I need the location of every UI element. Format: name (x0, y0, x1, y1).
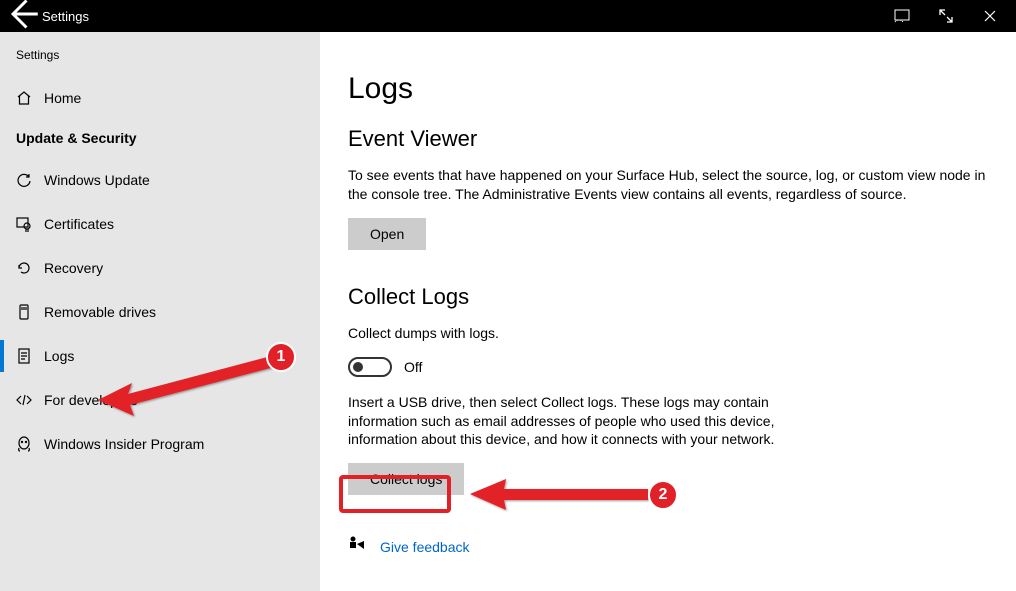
titlebar: Settings (0, 0, 1016, 32)
certificate-icon (16, 216, 44, 232)
sidebar-home-label: Home (44, 90, 81, 106)
logs-icon (16, 348, 44, 364)
developer-icon (16, 392, 44, 408)
maximize-button[interactable] (924, 9, 968, 23)
recovery-icon (16, 260, 44, 276)
sidebar-item-label: Recovery (44, 260, 103, 276)
sidebar-item-certificates[interactable]: Certificates (0, 202, 320, 246)
sidebar-item-insider[interactable]: Windows Insider Program (0, 422, 320, 466)
sidebar-section-title: Update & Security (0, 120, 320, 158)
sidebar-item-developers[interactable]: For developers (0, 378, 320, 422)
page-title: Logs (348, 72, 988, 106)
sidebar: Settings Home Update & Security Windows … (0, 32, 320, 591)
collect-logs-button[interactable]: Collect logs (348, 463, 464, 495)
event-viewer-desc: To see events that have happened on your… (348, 166, 988, 204)
sidebar-item-logs[interactable]: Logs (0, 334, 320, 378)
sidebar-item-label: For developers (44, 392, 137, 408)
collect-dumps-label: Collect dumps with logs. (348, 324, 988, 343)
open-button[interactable]: Open (348, 218, 426, 250)
sidebar-item-recovery[interactable]: Recovery (0, 246, 320, 290)
cast-icon[interactable] (880, 9, 924, 23)
feedback-icon (348, 535, 380, 558)
collect-logs-heading: Collect Logs (348, 284, 988, 310)
sidebar-item-label: Windows Update (44, 172, 150, 188)
sidebar-item-label: Windows Insider Program (44, 436, 204, 452)
toggle-state-label: Off (404, 359, 422, 375)
window-title: Settings (42, 9, 880, 24)
sidebar-item-label: Logs (44, 348, 74, 364)
collect-logs-desc: Insert a USB drive, then select Collect … (348, 393, 778, 450)
breadcrumb: Settings (0, 44, 320, 76)
sync-icon (16, 172, 44, 188)
sidebar-item-removable-drives[interactable]: Removable drives (0, 290, 320, 334)
main-content: Logs Event Viewer To see events that hav… (320, 32, 1016, 591)
sidebar-item-label: Removable drives (44, 304, 156, 320)
sidebar-item-windows-update[interactable]: Windows Update (0, 158, 320, 202)
collect-dumps-toggle[interactable] (348, 357, 392, 377)
home-icon (16, 90, 44, 106)
sidebar-home[interactable]: Home (0, 76, 320, 120)
close-button[interactable] (968, 10, 1012, 22)
sidebar-item-label: Certificates (44, 216, 114, 232)
feedback-link[interactable]: Give feedback (380, 539, 470, 555)
event-viewer-heading: Event Viewer (348, 126, 988, 152)
insider-icon (16, 436, 44, 452)
drive-icon (16, 304, 44, 320)
